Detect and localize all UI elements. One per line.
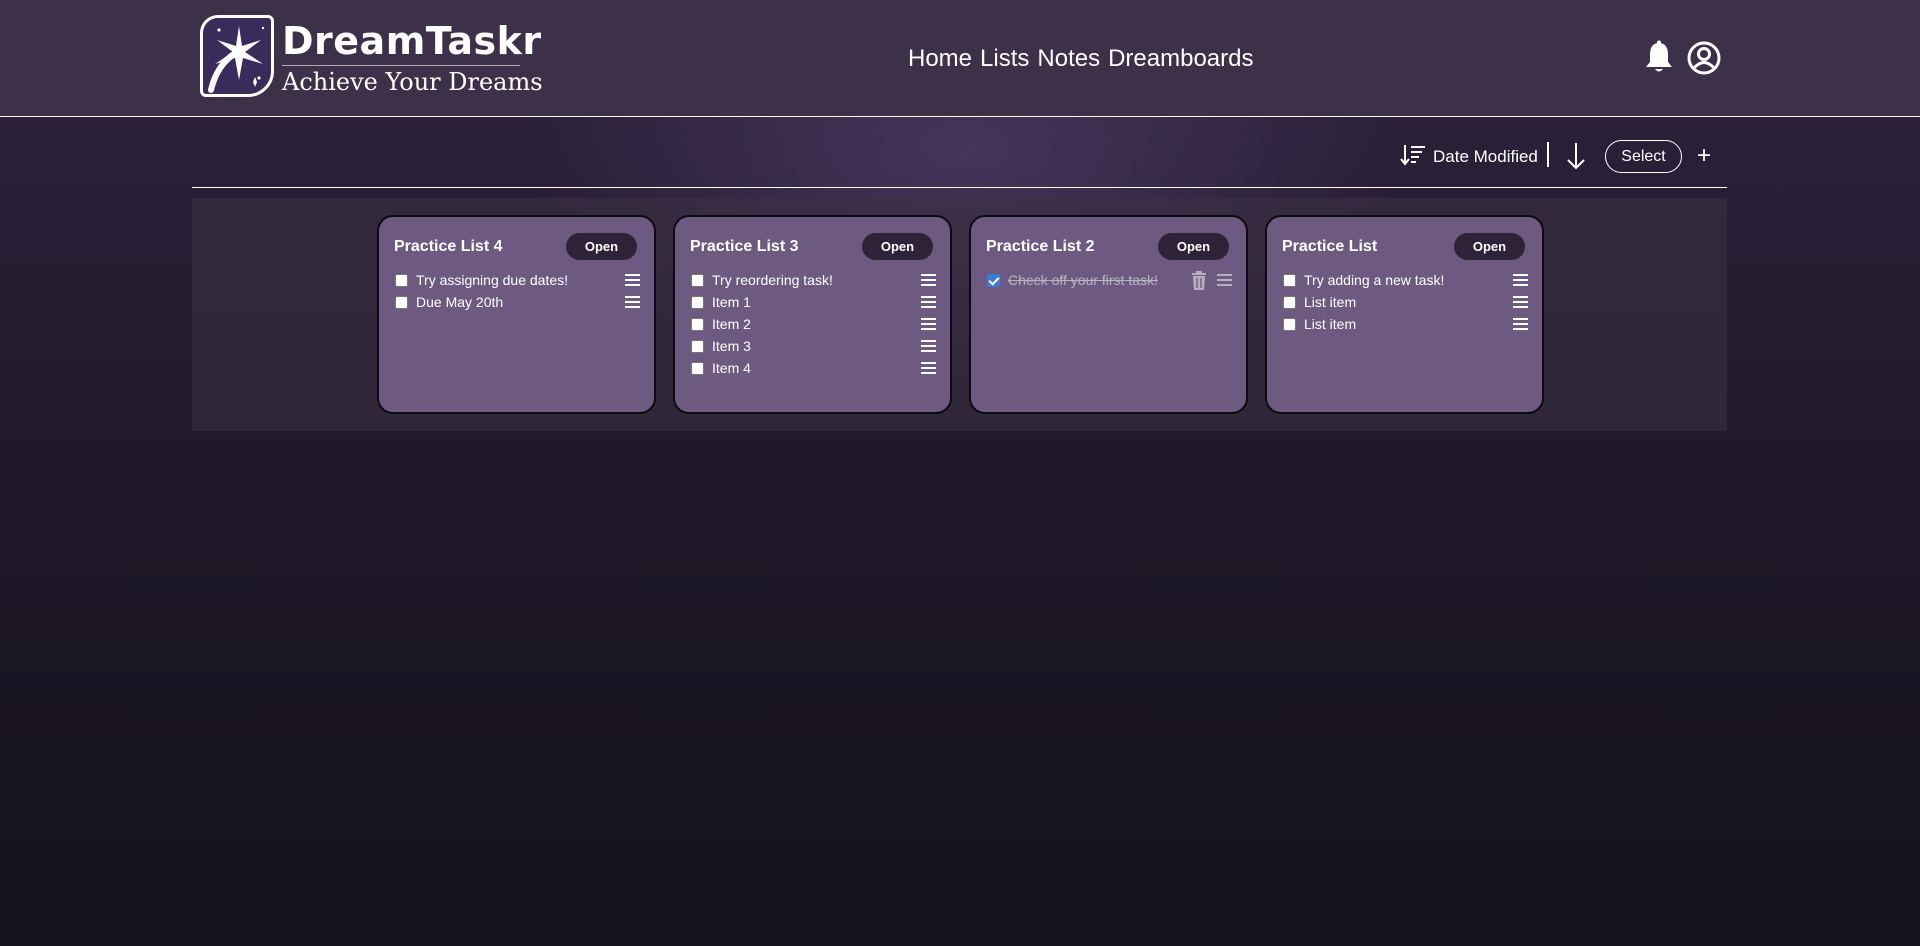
drag-handle-icon[interactable] [1217,274,1232,286]
task-text[interactable]: List item [1304,315,1356,333]
drag-handle-icon[interactable] [1513,274,1528,286]
drag-handle-icon[interactable] [921,340,936,352]
drag-handle-icon[interactable] [625,296,640,308]
task-item: Try reordering task! [690,270,939,292]
task-checkbox[interactable] [691,362,704,375]
main-nav: Home Lists Notes Dreamboards [908,44,1254,74]
task-text[interactable]: Due May 20th [416,293,503,311]
drag-handle-icon[interactable] [921,318,936,330]
list-card: Practice List 4 Open Try assigning due d… [377,215,656,414]
open-list-button[interactable]: Open [566,233,637,260]
task-checkbox[interactable] [691,318,704,331]
add-list-button[interactable]: + [1697,141,1711,171]
nav-lists[interactable]: Lists [980,44,1029,74]
task-checkbox[interactable] [691,274,704,287]
task-text[interactable]: Item 4 [712,359,751,377]
task-checkbox[interactable] [691,296,704,309]
task-text[interactable]: List item [1304,293,1356,311]
brand-logo[interactable]: DreamTaskr Achieve Your Dreams [200,15,543,100]
shooting-star-icon [200,15,274,97]
list-card: Practice List Open Try adding a new task… [1265,215,1544,414]
task-item: Item 1 [690,292,939,314]
task-checkbox[interactable] [395,296,408,309]
drag-handle-icon[interactable] [921,296,936,308]
task-list: Try adding a new task! List item List it… [1282,270,1531,336]
open-list-button[interactable]: Open [862,233,933,260]
user-icon[interactable] [1687,41,1721,80]
brand-name: DreamTaskr [282,19,542,63]
open-list-button[interactable]: Open [1454,233,1525,260]
nav-notes[interactable]: Notes [1037,44,1100,74]
toolbar-divider [1547,142,1549,167]
drag-handle-icon[interactable] [1513,318,1528,330]
task-checkbox[interactable] [1283,274,1296,287]
nav-home[interactable]: Home [908,44,972,74]
task-checkbox[interactable] [987,274,1000,287]
task-list: Try assigning due dates! Due May 20th [394,270,643,314]
task-text[interactable]: Try reordering task! [712,271,833,289]
bell-icon[interactable] [1644,40,1674,79]
task-text[interactable]: Try adding a new task! [1304,271,1444,289]
task-checkbox[interactable] [1283,318,1296,331]
drag-handle-icon[interactable] [1513,296,1528,308]
sort-icon[interactable] [1400,143,1426,172]
list-title: Practice List 4 [394,238,503,255]
select-button[interactable]: Select [1605,140,1682,173]
list-toolbar: Date Modified Select + [192,137,1727,175]
task-item: List item [1282,314,1531,336]
task-list: Check off your first task! [986,270,1235,292]
sort-field-label[interactable]: Date Modified [1433,147,1538,167]
task-item: Item 2 [690,314,939,336]
list-card: Practice List 3 Open Try reordering task… [673,215,952,414]
task-text[interactable]: Try assigning due dates! [416,271,568,289]
task-checkbox[interactable] [395,274,408,287]
task-text[interactable]: Check off your first task! [1008,271,1158,289]
task-checkbox[interactable] [1283,296,1296,309]
list-title: Practice List [1282,238,1378,255]
drag-handle-icon[interactable] [625,274,640,286]
task-checkbox[interactable] [691,340,704,353]
drag-handle-icon[interactable] [921,362,936,374]
trash-icon[interactable] [1190,271,1208,296]
task-item: Try assigning due dates! [394,270,643,292]
list-title: Practice List 2 [986,238,1095,255]
task-text[interactable]: Item 3 [712,337,751,355]
task-item: List item [1282,292,1531,314]
task-item: Check off your first task! [986,270,1235,292]
task-item: Try adding a new task! [1282,270,1531,292]
brand-divider [282,65,520,66]
list-title: Practice List 3 [690,238,799,255]
open-list-button[interactable]: Open [1158,233,1229,260]
task-item: Item 4 [690,358,939,380]
nav-dreamboards[interactable]: Dreamboards [1108,44,1253,74]
task-text[interactable]: Item 1 [712,293,751,311]
toolbar-divider-line [192,187,1727,188]
drag-handle-icon[interactable] [921,274,936,286]
task-item: Due May 20th [394,292,643,314]
task-text[interactable]: Item 2 [712,315,751,333]
list-card: Practice List 2 Open Check off your firs… [969,215,1248,414]
top-header: DreamTaskr Achieve Your Dreams Home List… [0,0,1920,117]
task-list: Try reordering task! Item 1 Item 2 Item … [690,270,939,380]
brand-tagline: Achieve Your Dreams [282,68,543,96]
task-item: Item 3 [690,336,939,358]
arrow-down-icon[interactable] [1566,142,1586,175]
